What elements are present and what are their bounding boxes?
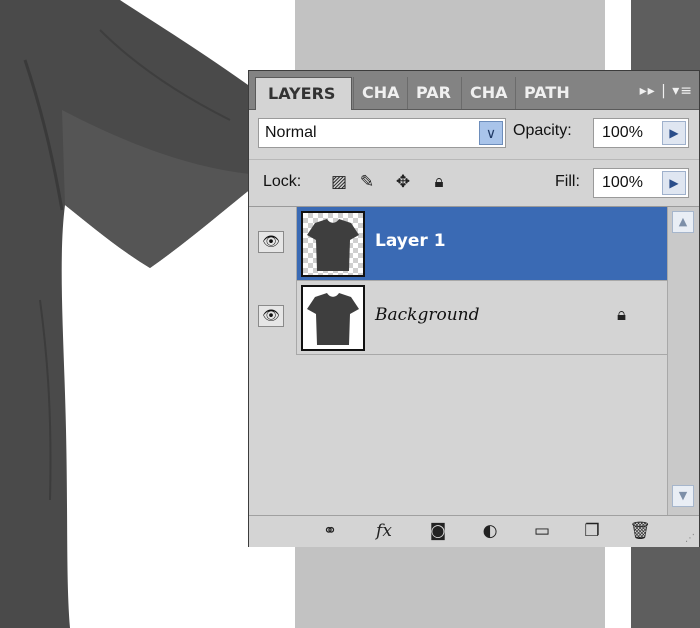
layer-row-layer-1[interactable]: 👁︎ Layer 1 xyxy=(249,207,667,281)
fill-label: Fill: xyxy=(555,173,580,190)
fill-field[interactable]: 100% ▶ xyxy=(593,168,689,198)
tab-paragraph[interactable]: PAR xyxy=(407,77,461,109)
lock-position-icon[interactable]: ✥ xyxy=(393,172,413,192)
eye-icon[interactable]: 👁︎ xyxy=(258,305,284,327)
fx-icon[interactable]: fx xyxy=(369,520,399,542)
visibility-cell: 👁︎ xyxy=(249,207,297,281)
blend-mode-value: Normal xyxy=(265,124,317,141)
scroll-down-icon[interactable]: ▼ xyxy=(672,485,694,507)
tab-character[interactable]: CHA xyxy=(461,77,515,109)
chevron-down-icon[interactable]: ∨ xyxy=(479,121,503,145)
layer-thumbnail[interactable] xyxy=(301,285,365,351)
layer-thumbnail[interactable] xyxy=(301,211,365,277)
folder-icon[interactable]: ▭ xyxy=(527,520,557,542)
mask-icon[interactable]: ◙ xyxy=(423,520,453,542)
blend-opacity-row: Normal ∨ Opacity: 100% ▶ xyxy=(249,109,699,160)
opacity-slider-arrow-icon[interactable]: ▶ xyxy=(662,121,686,145)
adjustment-icon[interactable]: ◐ xyxy=(475,520,505,542)
layer-name[interactable]: Layer 1 xyxy=(375,231,446,251)
lock-label: Lock: xyxy=(263,173,302,190)
eye-icon[interactable]: 👁︎ xyxy=(258,231,284,253)
lock-transparent-pixels-icon[interactable]: ▨ xyxy=(329,172,349,192)
tab-channels[interactable]: CHA xyxy=(353,77,407,109)
lock-icon: 🔒︎ xyxy=(617,305,627,325)
opacity-label: Opacity: xyxy=(513,122,572,139)
layers-list: 👁︎ Layer 1 👁︎ Background 🔒︎ xyxy=(249,207,667,515)
tshirt-thumbnail-icon xyxy=(307,293,359,345)
panel-menu-button[interactable]: ▸▸ | ▾≡ xyxy=(640,77,693,105)
layer-name[interactable]: Background xyxy=(375,305,479,325)
tab-paths[interactable]: PATH xyxy=(515,77,575,109)
panel-tab-bar: LAYERS CHA PAR CHA PATH ▸▸ | ▾≡ xyxy=(249,71,699,110)
new-layer-icon[interactable]: ❐ xyxy=(577,520,607,542)
layer-row-background[interactable]: 👁︎ Background 🔒︎ xyxy=(249,281,667,355)
layers-panel: LAYERS CHA PAR CHA PATH ▸▸ | ▾≡ Normal ∨… xyxy=(248,70,700,547)
blend-mode-select[interactable]: Normal ∨ xyxy=(258,118,506,148)
layers-scrollbar[interactable]: ▲ ▼ xyxy=(667,207,699,515)
opacity-value: 100% xyxy=(602,124,643,141)
lock-fill-row: Lock: ▨ ✎ ✥ 🔒︎ Fill: 100% ▶ xyxy=(249,160,699,207)
resize-grip-icon[interactable]: ⋰ xyxy=(685,533,695,544)
lock-image-pixels-icon[interactable]: ✎ xyxy=(357,172,377,192)
fill-value: 100% xyxy=(602,174,643,191)
opacity-field[interactable]: 100% ▶ xyxy=(593,118,689,148)
fx-label: fx xyxy=(376,521,392,541)
link-icon[interactable]: ⚭ xyxy=(315,520,345,542)
trash-icon[interactable]: 🗑︎ xyxy=(625,520,655,542)
visibility-cell: 👁︎ xyxy=(249,281,297,355)
tshirt-thumbnail-icon xyxy=(307,219,359,271)
lock-all-icon[interactable]: 🔒︎ xyxy=(429,172,449,192)
fill-slider-arrow-icon[interactable]: ▶ xyxy=(662,171,686,195)
panel-footer: ⚭ fx ◙ ◐ ▭ ❐ 🗑︎ ⋰ xyxy=(249,515,699,547)
scroll-up-icon[interactable]: ▲ xyxy=(672,211,694,233)
tab-layers[interactable]: LAYERS xyxy=(255,77,352,110)
